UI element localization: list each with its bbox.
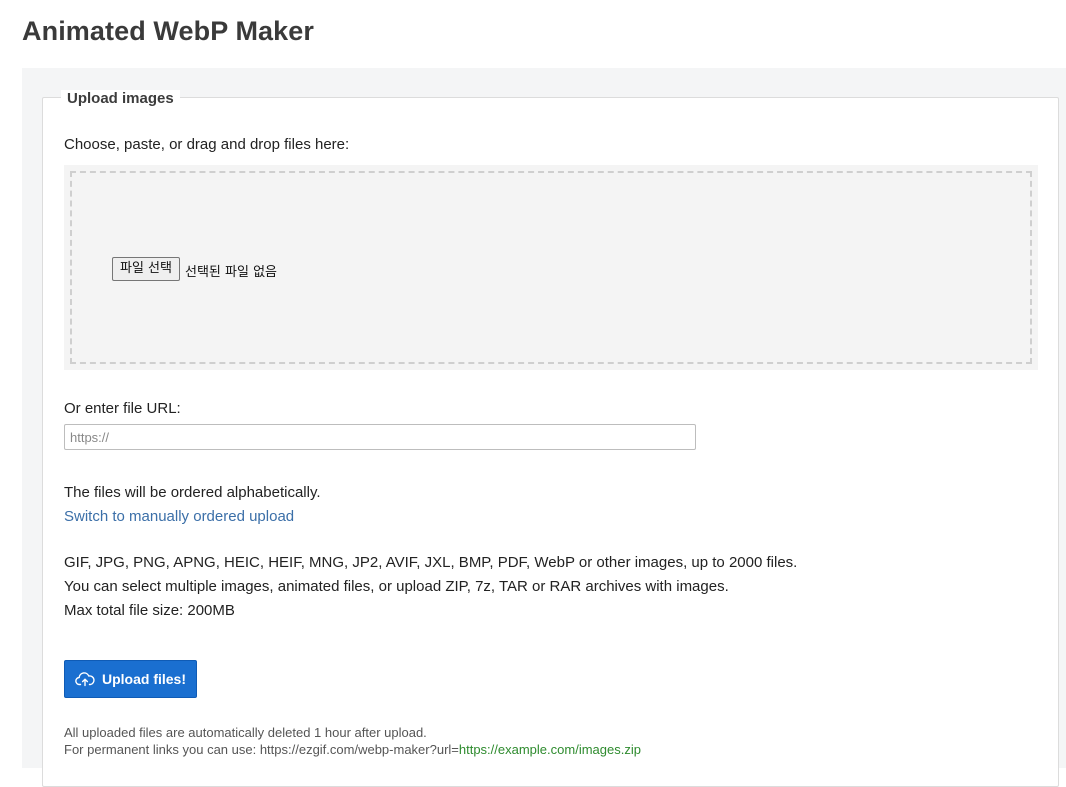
example-url-link[interactable]: https://example.com/images.zip bbox=[459, 742, 641, 757]
file-status-text: 선택된 파일 없음 bbox=[185, 265, 277, 280]
upload-fieldset: Upload images Choose, paste, or drag and… bbox=[42, 90, 1059, 787]
max-size-text: Max total file size: 200MB bbox=[64, 602, 235, 619]
permanent-link-prefix: For permanent links you can use: https:/… bbox=[64, 742, 459, 757]
choose-file-button[interactable]: 파일 선택 bbox=[112, 257, 180, 281]
url-label: Or enter file URL: bbox=[64, 400, 181, 417]
upload-panel: Upload images Choose, paste, or drag and… bbox=[22, 68, 1066, 787]
multiple-files-text: You can select multiple images, animated… bbox=[64, 578, 729, 595]
upload-button-label: Upload files! bbox=[101, 671, 186, 687]
drop-zone[interactable]: 파일 선택 선택된 파일 없음 bbox=[64, 165, 1038, 370]
choose-files-label: Choose, paste, or drag and drop files he… bbox=[64, 136, 350, 153]
permanent-link-note: For permanent links you can use: https:/… bbox=[64, 742, 641, 757]
order-info-text: The files will be ordered alphabetically… bbox=[64, 484, 321, 501]
page-title: Animated WebP Maker bbox=[22, 16, 314, 46]
switch-manual-order-link[interactable]: Switch to manually ordered upload bbox=[64, 508, 294, 525]
auto-delete-note: All uploaded files are automatically del… bbox=[64, 725, 427, 740]
upload-files-button[interactable]: Upload files! bbox=[64, 660, 197, 698]
url-input[interactable] bbox=[64, 424, 696, 450]
fieldset-legend: Upload images bbox=[61, 90, 180, 107]
supported-formats-text: GIF, JPG, PNG, APNG, HEIC, HEIF, MNG, JP… bbox=[64, 554, 798, 571]
cloud-upload-icon bbox=[75, 671, 95, 687]
drop-zone-border[interactable]: 파일 선택 선택된 파일 없음 bbox=[70, 171, 1032, 364]
